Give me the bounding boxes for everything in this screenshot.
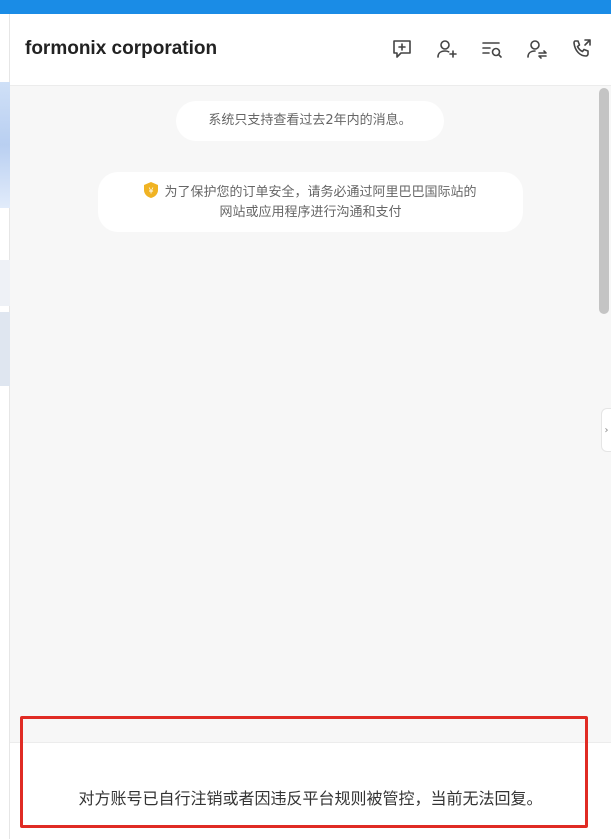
left-background-panel	[0, 14, 10, 839]
search-messages-icon[interactable]	[479, 36, 505, 62]
add-contact-icon[interactable]	[434, 36, 460, 62]
background-card-fragment	[0, 312, 10, 386]
chat-panel: formonix corporation 系统只支持查看过去2年内的消息。 ¥ …	[10, 14, 611, 839]
history-limit-notice: 系统只支持查看过去2年内的消息。	[176, 101, 444, 141]
add-message-icon[interactable]	[389, 36, 415, 62]
side-panel-toggle[interactable]: ›	[601, 408, 611, 452]
safety-notice-text1: 为了保护您的订单安全，请务必通过阿里巴巴国际站的	[164, 185, 477, 200]
reply-disabled-message: 对方账号已自行注销或者因违反平台规则被管控，当前无法回复。	[78, 789, 543, 808]
background-image-fragment	[0, 82, 10, 208]
top-accent-strip	[0, 0, 611, 14]
safety-notice-line2: 网站或应用程序进行沟通和支付	[219, 205, 402, 220]
chat-header: formonix corporation	[10, 14, 611, 86]
safety-notice: ¥ 为了保护您的订单安全，请务必通过阿里巴巴国际站的 网站或应用程序进行沟通和支…	[98, 172, 523, 232]
safety-notice-line1: ¥ 为了保护您的订单安全，请务必通过阿里巴巴国际站的	[98, 182, 523, 203]
phone-call-icon[interactable]	[569, 36, 595, 62]
chat-scrollbar[interactable]	[599, 88, 609, 314]
shield-icon: ¥	[144, 182, 159, 198]
chat-title: formonix corporation	[25, 38, 218, 59]
background-card-fragment	[0, 260, 10, 306]
reply-disabled-area: 对方账号已自行注销或者因违反平台规则被管控，当前无法回复。	[10, 742, 611, 839]
transfer-contact-icon[interactable]	[524, 36, 550, 62]
svg-text:¥: ¥	[149, 187, 154, 196]
header-toolbar	[370, 36, 595, 62]
